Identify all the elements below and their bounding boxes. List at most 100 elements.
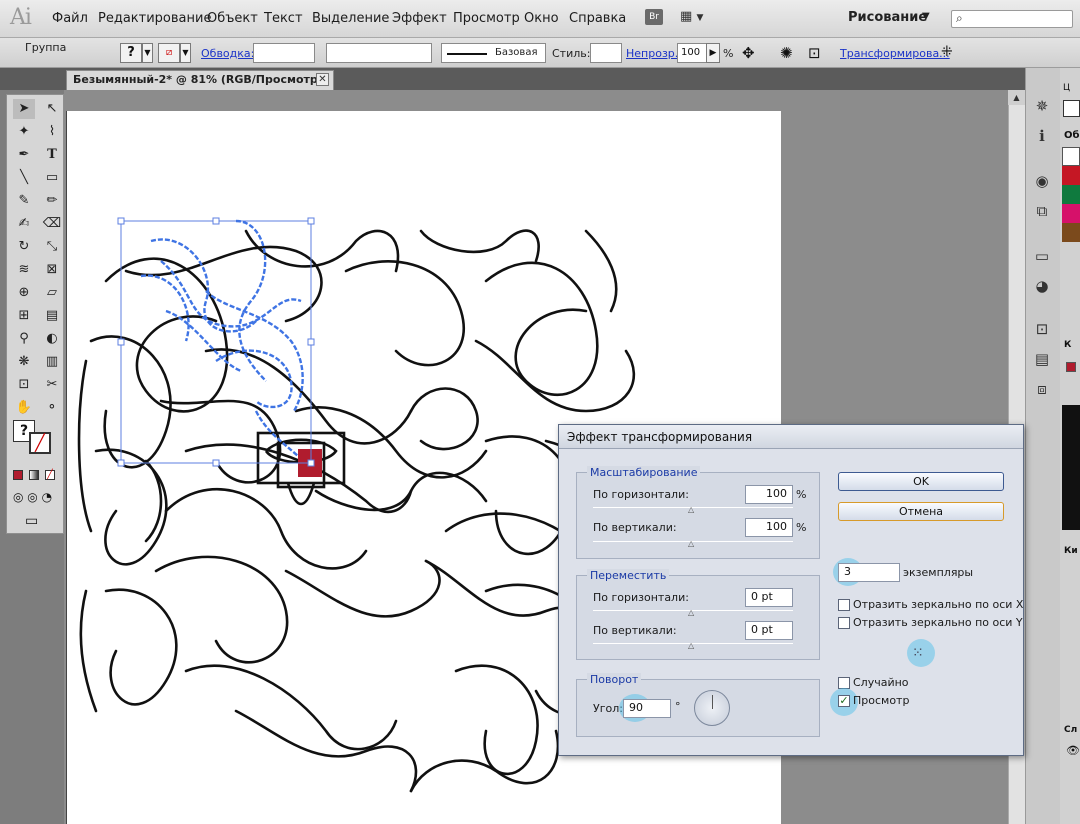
opacity-link[interactable]: Непрозр.: xyxy=(626,47,682,60)
transform-link[interactable]: Трансформирова... xyxy=(840,47,950,60)
angle-input[interactable]: 90 xyxy=(623,699,671,718)
close-tab-icon[interactable]: ✕ xyxy=(316,73,329,86)
gradient-mode-icon[interactable] xyxy=(29,470,39,480)
pencil-tool-icon[interactable]: ✏ xyxy=(41,191,63,211)
blob-brush-tool-icon[interactable]: ✍ xyxy=(13,214,35,234)
menu-effect[interactable]: Эффект xyxy=(392,11,447,26)
navigator-icon[interactable]: ✵ xyxy=(1031,95,1053,117)
appearance-icon[interactable]: ◉ xyxy=(1031,170,1053,192)
symbol-sprayer-tool-icon[interactable]: ❋ xyxy=(13,352,35,372)
align-icon[interactable]: ⊡ xyxy=(808,44,821,62)
scroll-up-icon[interactable]: ▲ xyxy=(1008,90,1025,105)
variable-width-profile[interactable] xyxy=(326,43,432,63)
drawing-mode-icon[interactable]: ◎ ◎ ◔ xyxy=(13,490,52,504)
preview-checkbox[interactable]: ✓ xyxy=(838,695,850,707)
eyedropper-tool-icon[interactable]: ⚲ xyxy=(13,329,35,349)
workspace-arrow-icon[interactable]: ▼ xyxy=(922,11,930,22)
selection-bounding-box[interactable] xyxy=(120,220,312,464)
free-transform-tool-icon[interactable]: ⊠ xyxy=(41,260,63,280)
swatch-brown[interactable] xyxy=(1062,223,1080,242)
reflect-x-checkbox[interactable] xyxy=(838,599,850,611)
eraser-tool-icon[interactable]: ⌫ xyxy=(41,214,63,234)
bridge-button[interactable]: Br xyxy=(645,9,663,25)
selection-tool-icon[interactable]: ➤ xyxy=(13,99,35,119)
menu-text[interactable]: Текст xyxy=(264,11,303,26)
align-panel-icon[interactable]: ▤ xyxy=(1031,348,1053,370)
none-mode-icon[interactable]: ╱ xyxy=(45,470,55,480)
artboards-panel-icon[interactable]: ⊡ xyxy=(1031,318,1053,340)
move-horizontal-input[interactable]: 0 pt xyxy=(745,588,793,607)
isolate-group-icon[interactable]: ✺ xyxy=(780,44,793,62)
swatch-magenta[interactable] xyxy=(1062,204,1080,223)
cancel-button[interactable]: Отмена xyxy=(838,502,1004,521)
reference-point-icon[interactable]: ⁙ xyxy=(912,644,930,662)
perspective-grid-tool-icon[interactable]: ▱ xyxy=(41,283,63,303)
direct-selection-tool-icon[interactable]: ↖ xyxy=(41,99,63,119)
artboard-tool-icon[interactable]: ⊡ xyxy=(13,375,35,395)
angle-dial[interactable] xyxy=(694,690,730,726)
paintbrush-tool-icon[interactable]: ✎ xyxy=(13,191,35,211)
screen-mode-icon[interactable]: ▭ xyxy=(25,513,38,529)
move-vertical-input[interactable]: 0 pt xyxy=(745,621,793,640)
menu-window[interactable]: Окно xyxy=(524,11,559,26)
stroke-color-icon[interactable]: ╱ xyxy=(29,432,51,454)
stroke-link[interactable]: Обводка: xyxy=(201,47,254,60)
color-mode-icon[interactable] xyxy=(13,470,23,480)
line-tool-icon[interactable]: ╲ xyxy=(13,168,35,188)
menu-help[interactable]: Справка xyxy=(569,11,626,26)
transparency-icon[interactable]: ◕ xyxy=(1031,275,1053,297)
menu-select[interactable]: Выделение xyxy=(312,11,389,26)
scale-vertical-thumb[interactable]: △ xyxy=(688,539,694,548)
opacity-arrow-icon[interactable]: ▶ xyxy=(706,43,720,63)
rectangle-tool-icon[interactable]: ▭ xyxy=(41,168,63,188)
fill-swatch[interactable]: ? xyxy=(120,43,142,63)
move-horizontal-thumb[interactable]: △ xyxy=(688,608,694,617)
lasso-tool-icon[interactable]: ⌇ xyxy=(41,122,63,142)
warp-tool-icon[interactable]: ≋ xyxy=(13,260,35,280)
panel-color-chip[interactable] xyxy=(1066,362,1076,372)
copies-input[interactable]: 3 xyxy=(838,563,900,582)
pathfinder-icon[interactable]: ⧈ xyxy=(1031,378,1053,400)
menu-file[interactable]: Файл xyxy=(52,11,88,26)
menu-object[interactable]: Объект xyxy=(207,11,258,26)
column-graph-tool-icon[interactable]: ▥ xyxy=(41,352,63,372)
info-icon[interactable]: ℹ xyxy=(1031,125,1053,147)
bounding-box-handles[interactable] xyxy=(117,217,315,467)
stroke-dropdown-icon[interactable]: ▼ xyxy=(180,43,191,63)
type-tool-icon[interactable]: T xyxy=(41,145,63,165)
menu-view[interactable]: Просмотр xyxy=(453,11,520,26)
stroke-weight-field[interactable] xyxy=(253,43,315,63)
magic-wand-tool-icon[interactable]: ✦ xyxy=(13,122,35,142)
gradient-panel-icon[interactable]: ▭ xyxy=(1031,245,1053,267)
stroke-swatch[interactable]: ⧄ xyxy=(158,43,180,63)
gradient-tool-icon[interactable]: ▤ xyxy=(41,306,63,326)
swatch-green[interactable] xyxy=(1062,185,1080,204)
recolor-artwork-icon[interactable]: ✥ xyxy=(742,44,755,62)
scale-tool-icon[interactable]: ⤡ xyxy=(41,237,63,257)
arrange-documents-button[interactable]: ▦ ▼ xyxy=(680,9,714,26)
hand-tool-icon[interactable]: ✋ xyxy=(13,398,35,418)
scale-vertical-input[interactable]: 100 xyxy=(745,518,793,537)
mesh-tool-icon[interactable]: ⊞ xyxy=(13,306,35,326)
search-input[interactable] xyxy=(951,10,1073,28)
ok-button[interactable]: OK xyxy=(838,472,1004,491)
rotate-tool-icon[interactable]: ↻ xyxy=(13,237,35,257)
document-tab[interactable]: Безымянный-2* @ 81% (RGB/Просмотр) xyxy=(66,70,334,90)
swatch-red[interactable] xyxy=(1062,166,1080,185)
panel-stroke-swatch[interactable] xyxy=(1063,100,1080,117)
move-vertical-thumb[interactable]: △ xyxy=(688,641,694,650)
symbols-icon[interactable]: ⧉ xyxy=(1031,200,1053,222)
zoom-tool-icon[interactable]: ⚬ xyxy=(41,398,63,418)
panel-menu-icon[interactable]: ⁜ xyxy=(941,44,953,60)
workspace-switcher[interactable]: Рисование xyxy=(848,10,927,25)
blend-tool-icon[interactable]: ◐ xyxy=(41,329,63,349)
menu-edit[interactable]: Редактирование xyxy=(98,11,211,26)
scale-horizontal-thumb[interactable]: △ xyxy=(688,505,694,514)
swatch-none[interactable] xyxy=(1062,147,1080,166)
style-picker[interactable] xyxy=(590,43,622,63)
reflect-y-checkbox[interactable] xyxy=(838,617,850,629)
pen-tool-icon[interactable]: ✒ xyxy=(13,145,35,165)
fill-dropdown-icon[interactable]: ▼ xyxy=(142,43,153,63)
opacity-input[interactable]: 100 xyxy=(677,43,707,63)
shape-builder-tool-icon[interactable]: ⊕ xyxy=(13,283,35,303)
